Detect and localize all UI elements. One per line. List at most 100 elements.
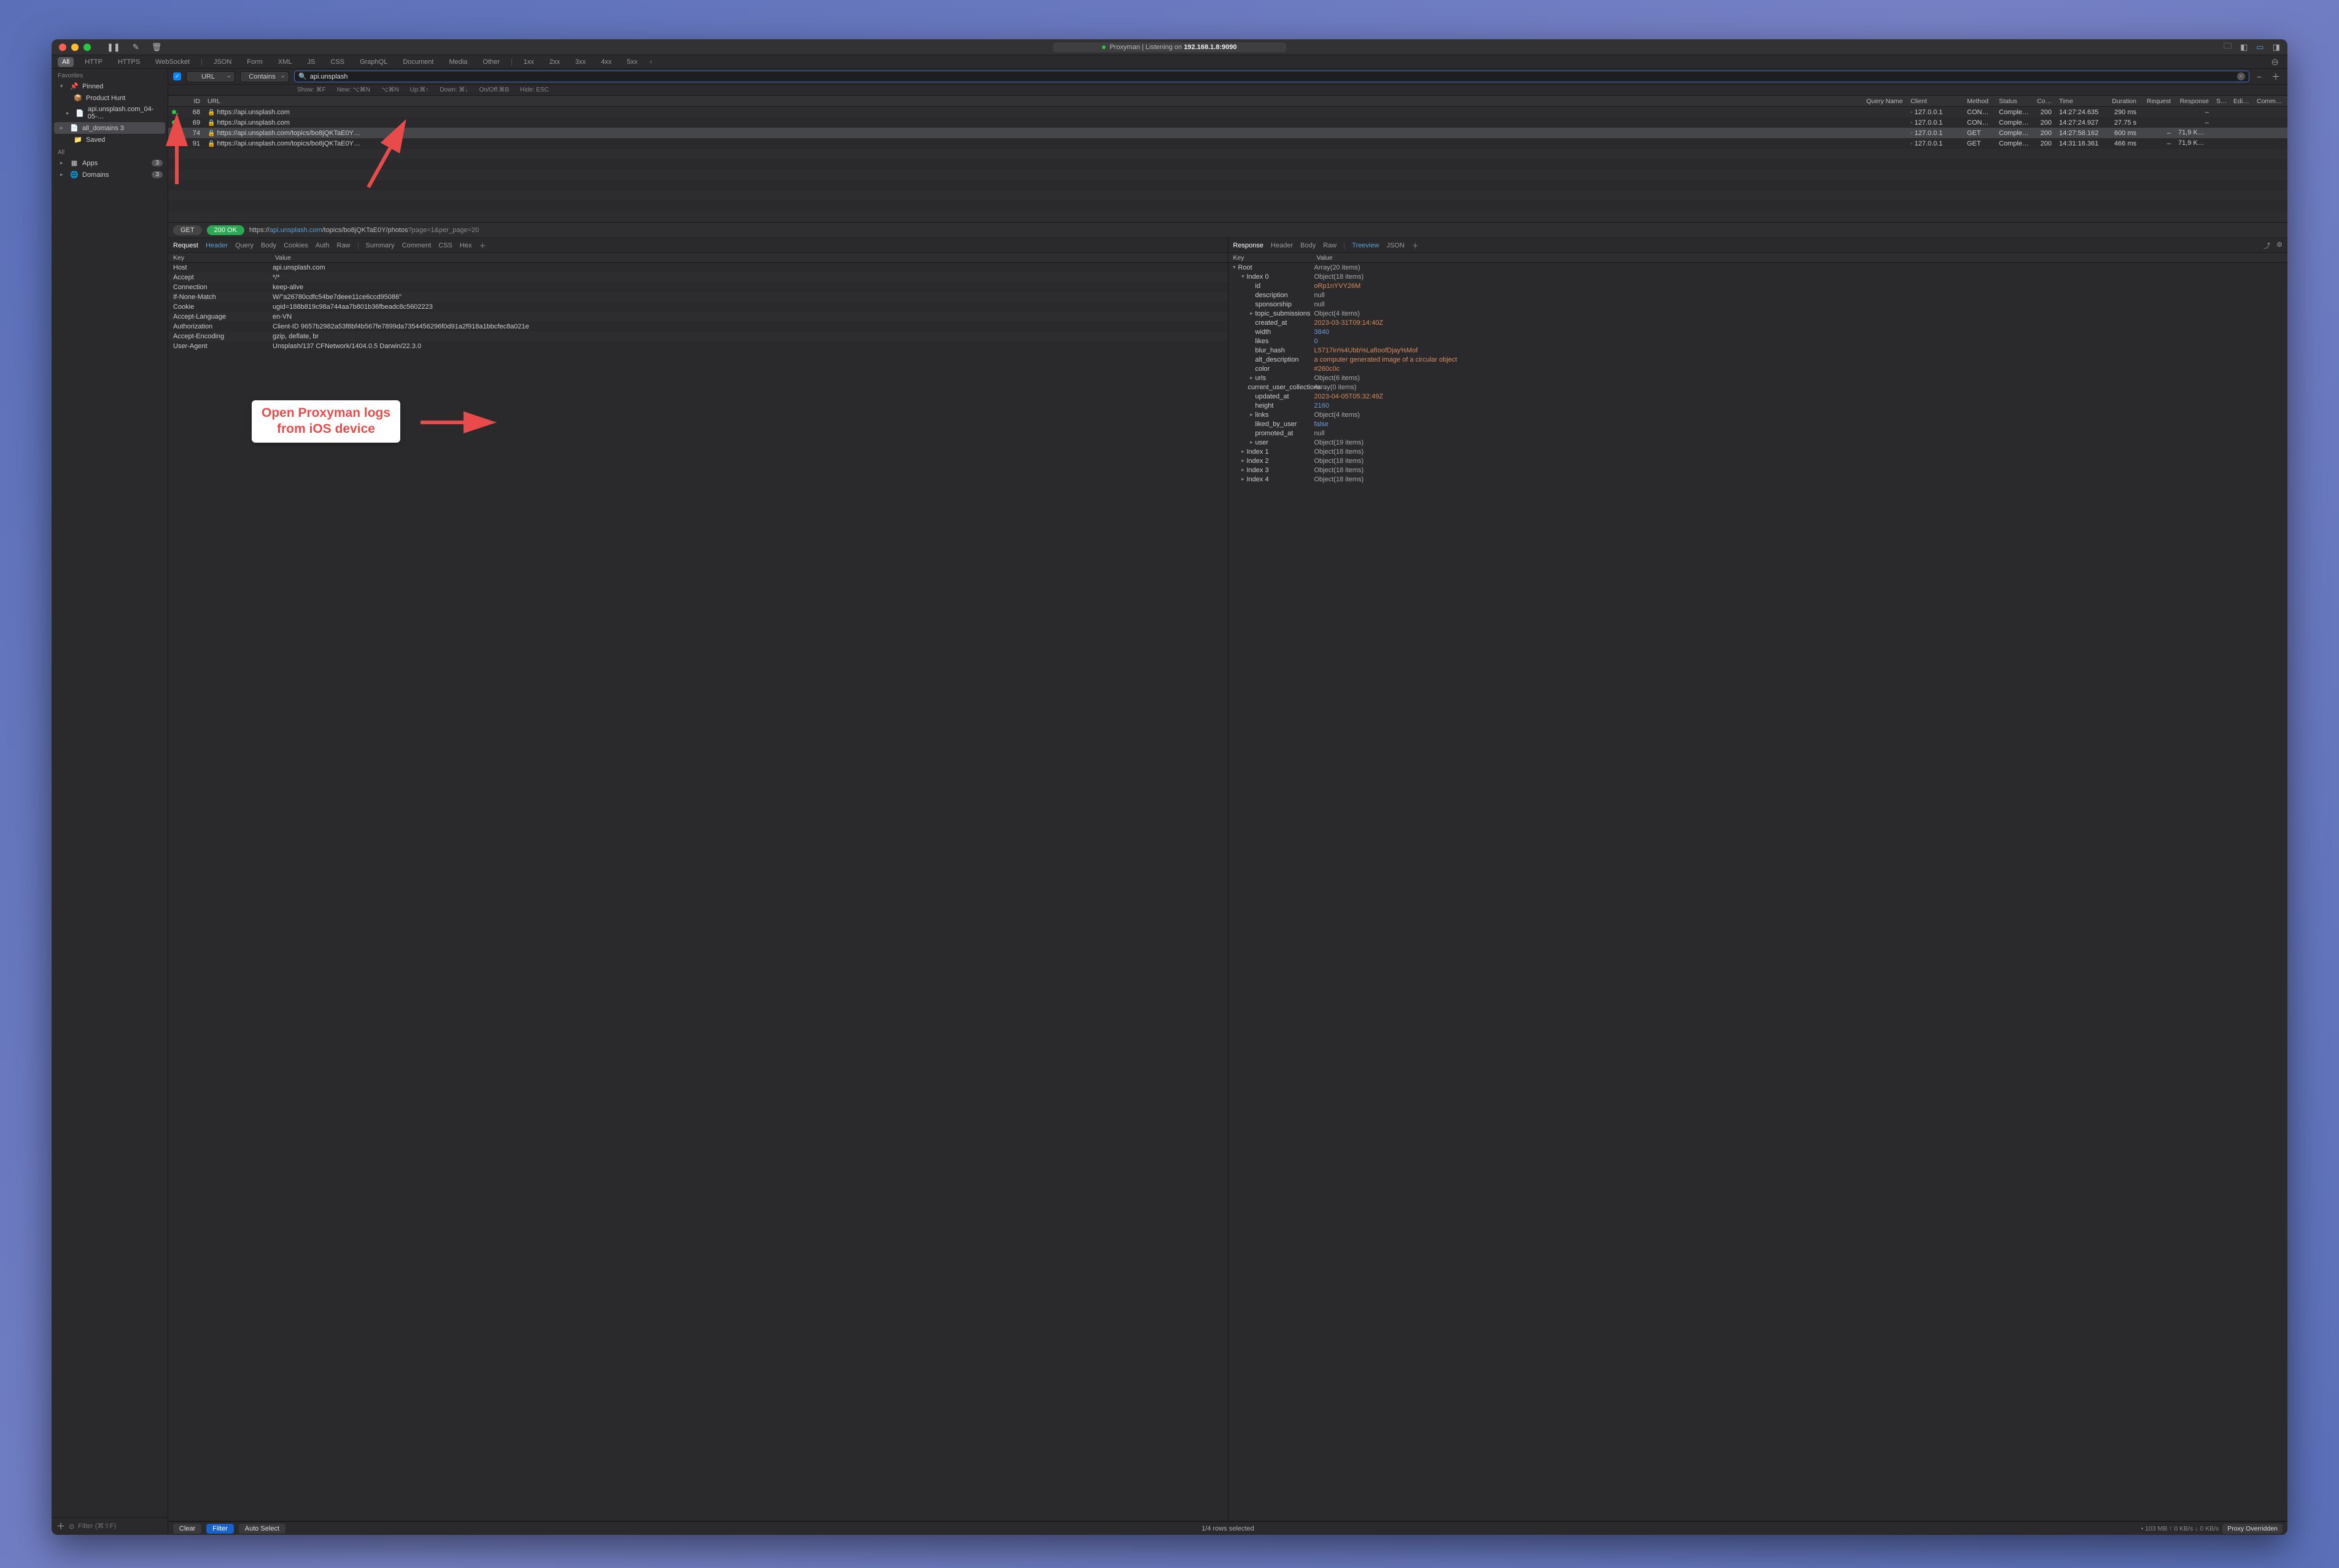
filter-media[interactable]: Media — [444, 57, 471, 67]
chevron-left-icon[interactable]: ‹ — [650, 58, 652, 66]
tree-row[interactable]: liked_by_userfalse — [1228, 419, 2288, 429]
settings-icon[interactable]: ⚙ — [2276, 241, 2283, 250]
export-icon[interactable]: ⤴ — [2263, 241, 2270, 250]
table-row[interactable]: 74🔒https://api.unsplash.com/topics/bo8jQ… — [168, 128, 2287, 138]
tree-row[interactable]: ▸Index 2Object(18 items) — [1228, 456, 2288, 465]
header-row[interactable]: User-AgentUnsplash/137 CFNetwork/1404.0.… — [168, 341, 1228, 351]
tree-row[interactable]: ▸Index 4Object(18 items) — [1228, 475, 2288, 484]
sidebar-item-domains[interactable]: ▸ 🌐 Domains 3 — [52, 169, 168, 180]
tab-json[interactable]: JSON — [1386, 242, 1404, 249]
panel-right-icon[interactable]: ◨ — [2273, 42, 2280, 52]
tree-row[interactable]: current_user_collectionsArray(0 items) — [1228, 382, 2288, 392]
filter-css[interactable]: CSS — [326, 57, 349, 67]
add-filter-icon[interactable]: ＋ — [2269, 71, 2283, 83]
compose-icon[interactable]: ✎ — [133, 42, 139, 52]
header-row[interactable]: Accept-Languageen-VN — [168, 312, 1228, 322]
tree-row[interactable]: height2160 — [1228, 401, 2288, 410]
filter-xml[interactable]: XML — [274, 57, 297, 67]
header-row[interactable]: Hostapi.unsplash.com — [168, 263, 1228, 273]
table-row[interactable]: 68🔒https://api.unsplash.com▫127.0.0.1CON… — [168, 107, 2287, 117]
tab-raw[interactable]: Raw — [337, 242, 351, 249]
proxy-status-pill[interactable]: Proxy Overridden — [2222, 1524, 2283, 1534]
filter-all[interactable]: All — [58, 57, 74, 67]
filter-op-dropdown[interactable]: Contains — [240, 71, 289, 82]
header-row[interactable]: Accept-Encodinggzip, deflate, br — [168, 332, 1228, 341]
header-row[interactable]: If-None-MatchW/"a26780cdfc54be7deee11ce6… — [168, 292, 1228, 302]
tree-row[interactable]: ▸linksObject(4 items) — [1228, 410, 2288, 419]
tab-header[interactable]: Header — [1271, 242, 1293, 249]
tree-row[interactable]: ▸urlsObject(6 items) — [1228, 373, 2288, 382]
tree-row[interactable]: descriptionnull — [1228, 290, 2288, 300]
tree-row[interactable]: idoRp1nYVY26M — [1228, 281, 2288, 290]
add-icon[interactable]: ＋ — [56, 1520, 65, 1532]
filter-other[interactable]: Other — [478, 57, 504, 67]
panel-bottom-icon[interactable]: ▭ — [2256, 42, 2263, 52]
filter-graphql[interactable]: GraphQL — [355, 57, 392, 67]
sidebar-item-api-unsplash[interactable]: ▸ 📄 api.unsplash.com_04-05-… — [52, 104, 168, 122]
header-row[interactable]: Accept*/* — [168, 273, 1228, 282]
close-window-button[interactable] — [59, 44, 66, 51]
tree-row[interactable]: ▸Index 3Object(18 items) — [1228, 465, 2288, 475]
filter-5xx[interactable]: 5xx — [623, 57, 642, 67]
remove-filter-icon[interactable]: − — [2254, 72, 2264, 82]
tree-row[interactable]: promoted_atnull — [1228, 429, 2288, 438]
filter-https[interactable]: HTTPS — [114, 57, 144, 67]
tab-raw[interactable]: Raw — [1323, 242, 1336, 249]
tree-row[interactable]: ▸userObject(19 items) — [1228, 438, 2288, 447]
checkbox-enabled[interactable]: ✓ — [173, 72, 181, 80]
tree-row[interactable]: ▾Index 0Object(18 items) — [1228, 272, 2288, 281]
tree-row[interactable]: updated_at2023-04-05T05:32:49Z — [1228, 392, 2288, 401]
add-tab-icon[interactable]: ＋ — [1412, 241, 1419, 250]
clear-search-icon[interactable]: ✕ — [2237, 72, 2245, 80]
table-row[interactable]: 69🔒https://api.unsplash.com▫127.0.0.1CON… — [168, 117, 2287, 128]
sidebar-item-apps[interactable]: ▸ ▦ Apps 3 — [52, 157, 168, 169]
pause-icon[interactable]: ❚❚ — [107, 42, 120, 52]
tab-hex[interactable]: Hex — [460, 242, 472, 249]
sidebar-item-all-domains[interactable]: ▸ 📄 all_domains 3 — [54, 122, 165, 134]
tab-query[interactable]: Query — [235, 242, 254, 249]
tree-row[interactable]: created_at2023-03-31T09:14:40Z — [1228, 318, 2288, 327]
tree-row[interactable]: color#260c0c — [1228, 364, 2288, 373]
filter-js[interactable]: JS — [303, 57, 320, 67]
tree-row[interactable]: blur_hashL5717in%4Ubb%LafIoofDjay%Mof — [1228, 346, 2288, 355]
filter-json[interactable]: JSON — [209, 57, 236, 67]
tab-summary[interactable]: Summary — [366, 242, 395, 249]
minimize-window-button[interactable] — [71, 44, 79, 51]
panel-left-icon[interactable]: ◧ — [2240, 42, 2248, 52]
header-row[interactable]: Cookieugid=188b819c98a744aa7b801b36fbead… — [168, 302, 1228, 312]
header-row[interactable]: AuthorizationClient-ID 9657b2982a53f8bf4… — [168, 322, 1228, 332]
filter-2xx[interactable]: 2xx — [545, 57, 564, 67]
sidebar-item-saved[interactable]: 📁 Saved — [52, 134, 168, 146]
filter-websocket[interactable]: WebSocket — [151, 57, 194, 67]
filter-1xx[interactable]: 1xx — [519, 57, 538, 67]
filter-field-dropdown[interactable]: URL — [186, 71, 235, 82]
tree-row[interactable]: ▸Index 1Object(18 items) — [1228, 447, 2288, 456]
table-row[interactable]: 91🔒https://api.unsplash.com/topics/bo8jQ… — [168, 138, 2287, 149]
tab-auth[interactable]: Auth — [316, 242, 330, 249]
tree-row[interactable]: ▸topic_submissionsObject(4 items) — [1228, 309, 2288, 318]
tree-row[interactable]: likes0 — [1228, 336, 2288, 346]
tab-header[interactable]: Header — [206, 242, 228, 249]
header-row[interactable]: Connectionkeep-alive — [168, 282, 1228, 292]
search-input[interactable] — [310, 73, 2234, 80]
filter-3xx[interactable]: 3xx — [571, 57, 590, 67]
filter-button[interactable]: Filter — [206, 1524, 233, 1534]
tab-cookies[interactable]: Cookies — [284, 242, 308, 249]
filter-form[interactable]: Form — [242, 57, 267, 67]
tree-row[interactable]: width3840 — [1228, 327, 2288, 336]
trash-icon[interactable]: 🗑 — [152, 42, 162, 52]
zoom-window-button[interactable] — [83, 44, 91, 51]
tab-body[interactable]: Body — [1300, 242, 1316, 249]
tab-comment[interactable]: Comment — [402, 242, 432, 249]
tab-body[interactable]: Body — [261, 242, 276, 249]
add-tab-icon[interactable]: ＋ — [479, 241, 486, 250]
autoselect-button[interactable]: Auto Select — [239, 1524, 285, 1534]
tree-row[interactable]: ▾RootArray(20 items) — [1228, 263, 2288, 272]
sidebar-filter-input[interactable] — [78, 1523, 165, 1530]
folder-icon[interactable]: 🗀 — [2224, 41, 2232, 54]
filter-http[interactable]: HTTP — [80, 57, 107, 67]
tree-row[interactable]: sponsorshipnull — [1228, 300, 2288, 309]
more-icon[interactable]: ⊖ — [2271, 56, 2281, 68]
tab-treeview[interactable]: Treeview — [1352, 242, 1379, 249]
sidebar-item-product-hunt[interactable]: 📦 Product Hunt — [52, 92, 168, 104]
